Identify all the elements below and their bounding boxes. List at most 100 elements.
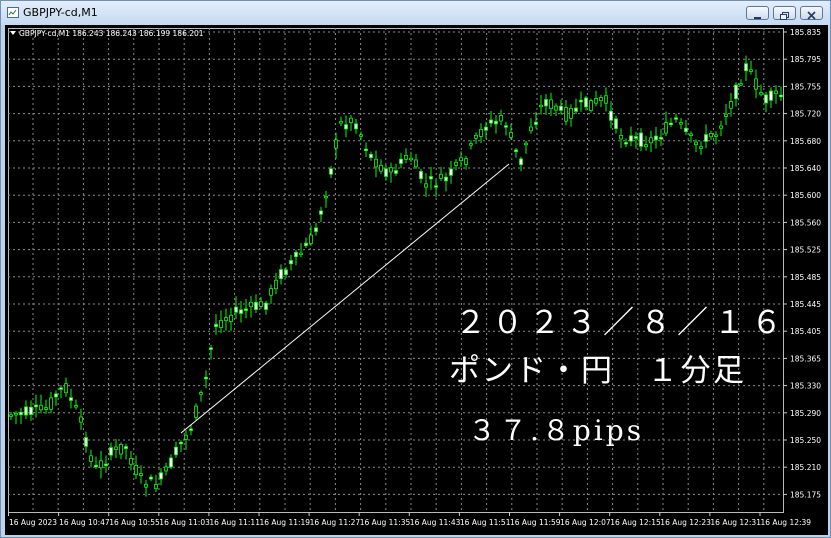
candle-body: [499, 115, 503, 122]
chart-window: GBPJPY-cd,M1 185.835 185.795 185.755 185.72…: [0, 0, 831, 538]
overlay-date: ２０２３／８／１６: [455, 305, 788, 341]
candle-body: [29, 406, 33, 415]
candle-body: [234, 306, 238, 313]
candle-body: [284, 269, 288, 275]
candle-body: [369, 153, 373, 158]
candle-body: [174, 446, 178, 456]
y-axis-label: 185.445: [790, 300, 821, 309]
candle-body: [199, 392, 203, 395]
candle-body: [249, 301, 253, 308]
x-axis-label: 16 Aug 11:19: [260, 518, 311, 527]
candle-body: [674, 117, 678, 120]
x-axis-label: 16 Aug 11:59: [510, 518, 561, 527]
x-axis-label: 16 Aug 10:55: [109, 518, 160, 527]
candle-body: [24, 406, 28, 416]
candle-body: [759, 92, 763, 95]
candle-body: [19, 411, 23, 416]
candle-body: [334, 139, 338, 149]
candle-body: [189, 428, 193, 431]
x-axis-label: 16 Aug 11:43: [410, 518, 461, 527]
candle-body: [554, 105, 558, 111]
y-axis-label: 185.600: [790, 191, 821, 200]
candle-body: [699, 146, 703, 149]
candle-body: [509, 132, 513, 138]
y-axis-label: 185.485: [790, 273, 821, 282]
candle-body: [309, 234, 313, 244]
y-axis-label: 185.330: [790, 382, 821, 391]
candle-body: [529, 126, 533, 132]
candle-body: [99, 460, 103, 469]
minimize-button[interactable]: [746, 6, 769, 20]
candle-body: [354, 123, 358, 130]
dropdown-triangle-icon[interactable]: [10, 31, 16, 35]
candle-body: [244, 308, 248, 311]
candle-body: [339, 121, 343, 124]
overlay-pips: ３７.８pips: [468, 414, 645, 447]
candle-body: [434, 185, 438, 188]
chart-window-icon: [7, 7, 19, 18]
candle-body: [139, 473, 143, 476]
candle-body: [539, 104, 543, 108]
candle-body: [749, 69, 753, 72]
candle-body: [79, 416, 83, 423]
candlestick-chart[interactable]: 185.835 185.795 185.755 185.720 185.680 185.6…: [5, 25, 828, 535]
candle-body: [464, 158, 468, 165]
y-axis-label: 185.525: [790, 246, 821, 255]
candle-body: [399, 158, 403, 164]
candle-body: [194, 405, 198, 418]
candle-body: [714, 134, 718, 137]
candle-body: [644, 144, 648, 148]
candle-body: [149, 476, 153, 480]
x-axis-label: 16 Aug 11:03: [159, 518, 210, 527]
candle-body: [94, 464, 98, 468]
candle-body: [159, 472, 163, 480]
candle-body: [634, 136, 638, 139]
candle-body: [629, 135, 633, 142]
y-axis-label: 185.795: [790, 55, 821, 64]
candle-body: [734, 84, 738, 100]
candle-body: [774, 90, 778, 95]
candle-body: [594, 98, 598, 104]
candle-body: [224, 317, 228, 321]
y-axis-label: 185.720: [790, 110, 821, 119]
candle-body: [514, 149, 518, 152]
y-axis-label: 185.175: [790, 490, 821, 499]
candle-body: [439, 173, 443, 179]
candle-body: [314, 227, 318, 232]
candle-body: [569, 107, 573, 119]
close-button[interactable]: [800, 6, 823, 20]
y-axis-label: 185.680: [790, 137, 821, 146]
candle-body: [344, 124, 348, 130]
y-axis-label: 185.835: [790, 28, 821, 37]
restore-icon: [780, 12, 789, 20]
candle-body: [504, 125, 508, 128]
price-chart[interactable]: 185.835 185.795 185.755 185.720 185.680 185.6…: [5, 25, 828, 535]
candle-body: [559, 105, 563, 111]
candle-body: [389, 167, 393, 173]
candle-body: [544, 99, 548, 107]
x-axis-label: 16 Aug 12:07: [560, 518, 611, 527]
candle-body: [134, 465, 138, 476]
candle-body: [409, 157, 413, 161]
candle-body: [64, 383, 68, 394]
x-axis-label: 16 Aug 10:47: [59, 518, 110, 527]
candle-body: [724, 113, 728, 117]
candle-body: [109, 447, 113, 456]
candle-body: [54, 393, 58, 398]
candle-body: [404, 154, 408, 160]
candle-body: [684, 127, 688, 132]
candle-body: [74, 405, 78, 408]
title-bar[interactable]: GBPJPY-cd,M1: [1, 1, 830, 25]
candle-body: [659, 137, 663, 140]
maximize-button[interactable]: [773, 6, 796, 20]
candle-body: [429, 176, 433, 180]
candle-body: [669, 122, 673, 126]
candle-body: [274, 279, 278, 290]
candle-body: [209, 347, 213, 350]
x-axis-label: 16 Aug 12:31: [710, 518, 761, 527]
x-axis-label: 16 Aug 12:15: [610, 518, 661, 527]
candle-body: [304, 242, 308, 247]
candle-body: [164, 466, 168, 472]
close-icon: [807, 11, 816, 20]
candle-body: [584, 97, 588, 108]
